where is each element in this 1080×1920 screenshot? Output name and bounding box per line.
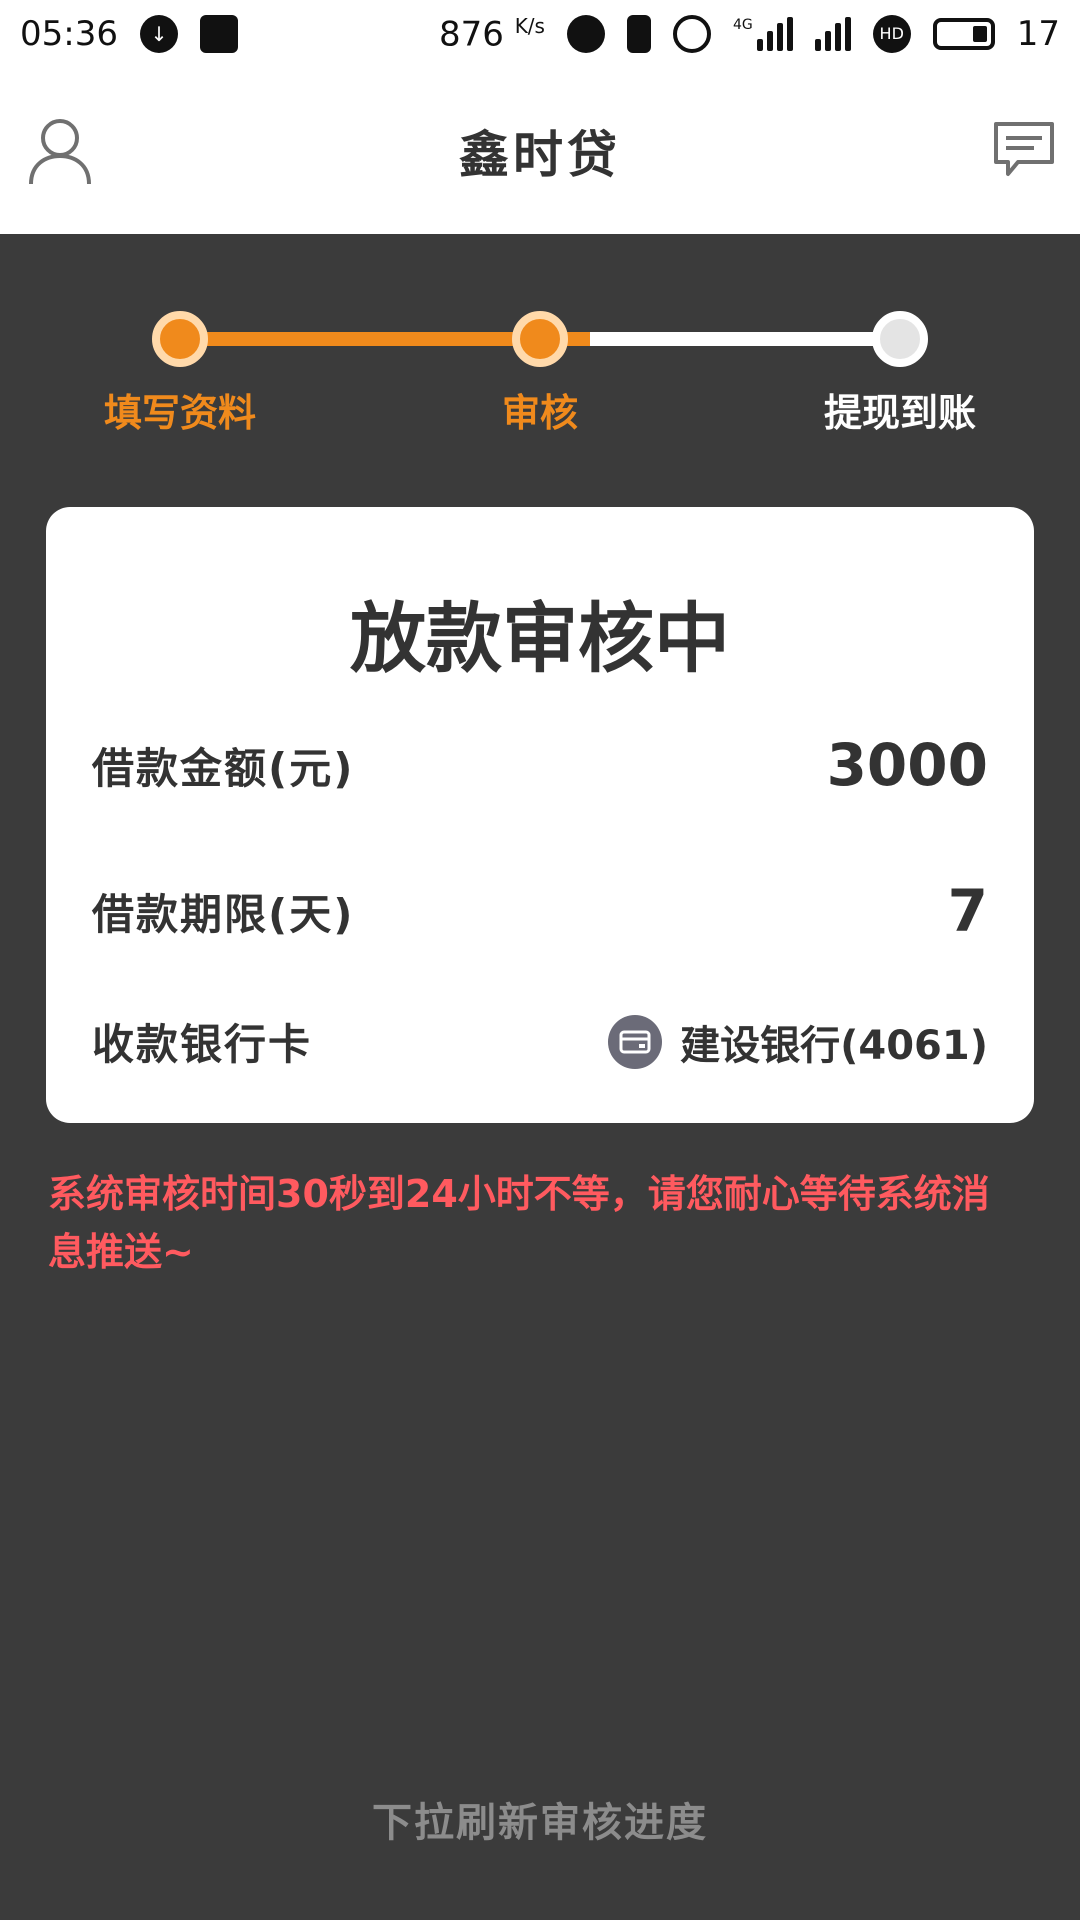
status-bar: 05:36 ↓ 876 K/s 4G HD 17 xyxy=(0,0,1080,68)
bank-value: 建设银行(4061) xyxy=(680,1022,988,1069)
status-time: 05:36 xyxy=(20,14,118,54)
step-label-review: 审核 xyxy=(501,391,579,435)
card-icon xyxy=(608,1014,663,1069)
signal-icon xyxy=(814,16,851,51)
step-label-fill-info: 填写资料 xyxy=(103,391,257,435)
progress-steps: 填写资料 审核 提现到账 xyxy=(0,234,1080,435)
download-icon: ↓ xyxy=(139,15,178,53)
bank-value-group: 建设银行(4061) xyxy=(608,1013,988,1071)
step-label-withdraw: 提现到账 xyxy=(823,391,977,435)
hd-icon: HD xyxy=(872,14,911,53)
amount-label: 借款金额(元) xyxy=(92,743,355,793)
network-speed-unit: K/s xyxy=(514,13,545,38)
page-title: 鑫时贷 xyxy=(459,125,621,184)
loan-status-card: 放款审核中 借款金额(元) 3000 借款期限(天) 7 收款银行卡 建设银行(… xyxy=(46,507,1034,1123)
pull-to-refresh-hint: 下拉刷新审核进度 xyxy=(372,1800,708,1846)
bank-label: 收款银行卡 xyxy=(92,1020,313,1069)
message-icon xyxy=(994,122,1054,176)
network-speed: 876 K/s xyxy=(439,14,545,54)
hotspot-icon xyxy=(566,14,605,53)
amount-value: 3000 xyxy=(826,731,988,799)
user-icon xyxy=(29,119,91,185)
network-speed-value: 876 xyxy=(438,14,504,55)
card-title: 放款审核中 xyxy=(350,594,730,683)
app-header: 鑫时贷 xyxy=(0,68,1080,234)
term-value: 7 xyxy=(947,877,988,945)
step-dot-review xyxy=(512,311,568,367)
network-type: 4G xyxy=(732,16,753,33)
vibrate-icon xyxy=(626,14,651,53)
message-button[interactable] xyxy=(992,120,1056,180)
review-notice: 系统审核时间30秒到24小时不等，请您耐心等待系统消息推送~ xyxy=(48,1172,990,1274)
term-label: 借款期限(天) xyxy=(92,889,355,939)
battery-icon xyxy=(932,17,995,50)
alarm-icon xyxy=(672,14,711,53)
step-dot-withdraw xyxy=(872,311,928,367)
step-dot-fill-info xyxy=(152,311,208,367)
amount-row: 借款金额(元) 3000 xyxy=(92,731,988,799)
term-row: 借款期限(天) 7 xyxy=(92,877,988,945)
bank-row: 收款银行卡 建设银行(4061) xyxy=(92,1011,988,1072)
signal-4g-icon: 4G xyxy=(732,16,793,51)
user-profile-button[interactable] xyxy=(28,116,92,186)
qq-notification-icon xyxy=(199,15,238,53)
battery-level: 17 xyxy=(1016,13,1060,54)
